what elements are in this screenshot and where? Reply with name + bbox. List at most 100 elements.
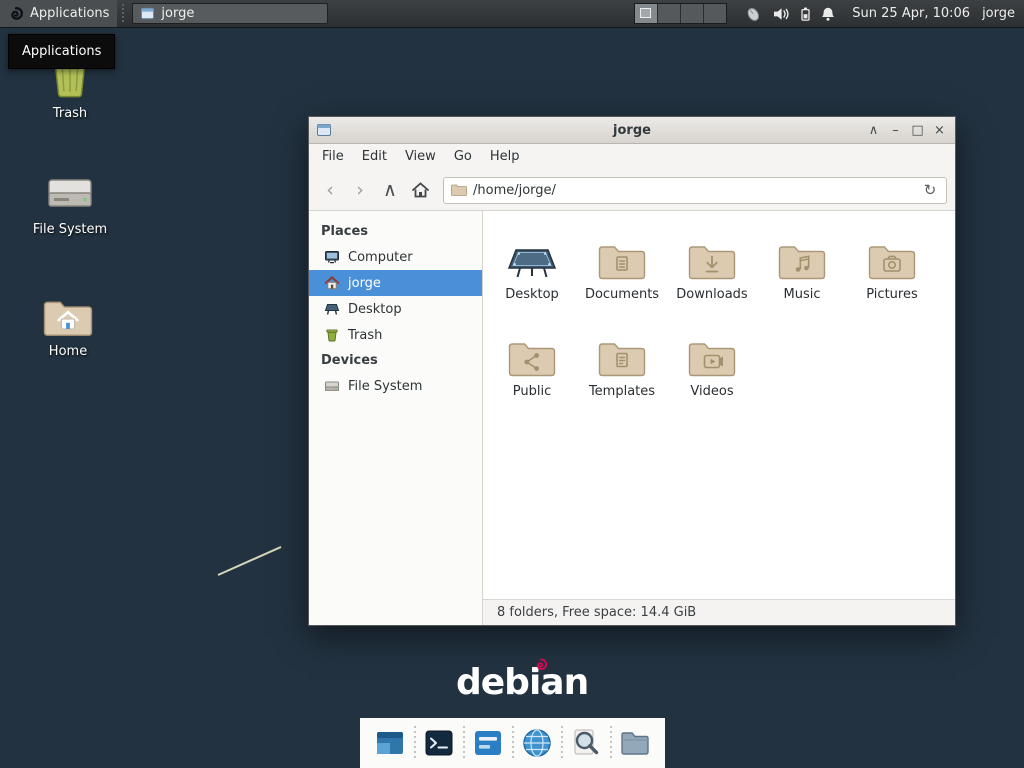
debian-logo: debian bbox=[456, 662, 588, 703]
sidebar-item-jorge[interactable]: jorge bbox=[309, 270, 482, 296]
file-icon-pictures[interactable]: Pictures bbox=[847, 225, 937, 322]
menu-view[interactable]: View bbox=[396, 144, 445, 170]
dock-terminal-button[interactable] bbox=[421, 724, 457, 762]
workspace-3[interactable] bbox=[681, 4, 704, 23]
file-label: Desktop bbox=[505, 288, 559, 302]
desktop-icon-label: Home bbox=[49, 345, 87, 359]
path-input[interactable] bbox=[473, 183, 915, 198]
windows-icon bbox=[373, 726, 407, 760]
home-folder-icon bbox=[43, 298, 93, 338]
up-button[interactable]: ∧ bbox=[377, 177, 403, 203]
magnifier-icon bbox=[569, 726, 603, 760]
home-icon bbox=[324, 275, 340, 291]
file-icon-desktop[interactable]: Desktop bbox=[487, 225, 577, 322]
file-view[interactable]: Desktop Documents bbox=[483, 211, 955, 599]
menu-file[interactable]: File bbox=[313, 144, 353, 170]
dock-appfinder-button[interactable] bbox=[568, 724, 604, 762]
taskbar-button-jorge[interactable]: jorge bbox=[132, 3, 328, 24]
panel-username: jorge bbox=[980, 6, 1024, 21]
dock-browser-button[interactable] bbox=[519, 724, 555, 762]
terminal-icon bbox=[422, 726, 456, 760]
dock-filemanager-button[interactable] bbox=[617, 724, 653, 762]
applications-menu-icon bbox=[8, 6, 24, 22]
downloads-folder-icon bbox=[688, 243, 736, 281]
drafting-table-icon bbox=[506, 241, 558, 281]
trash-icon bbox=[324, 327, 340, 343]
close-button[interactable]: × bbox=[930, 121, 949, 140]
reload-button[interactable]: ↻ bbox=[921, 181, 939, 199]
file-icon-public[interactable]: Public bbox=[487, 322, 577, 419]
workspace-2[interactable] bbox=[658, 4, 681, 23]
sidebar-item-label: Computer bbox=[348, 250, 413, 265]
volume-tray-icon[interactable] bbox=[772, 6, 791, 22]
templates-folder-icon bbox=[598, 340, 646, 378]
file-icon-templates[interactable]: Templates bbox=[577, 322, 667, 419]
status-bar: 8 folders, Free space: 14.4 GiB bbox=[483, 599, 955, 625]
file-pane: Desktop Documents bbox=[483, 211, 955, 625]
shade-icon: ∧ bbox=[869, 123, 879, 138]
applications-tooltip: Applications bbox=[8, 34, 115, 69]
window-icon bbox=[316, 122, 332, 138]
sidebar-item-file-system[interactable]: File System bbox=[309, 373, 482, 399]
path-folder-icon bbox=[451, 183, 467, 197]
file-icon-music[interactable]: Music bbox=[757, 225, 847, 322]
taskbar-button-label: jorge bbox=[161, 6, 194, 21]
folder-icon bbox=[618, 726, 652, 760]
up-icon: ∧ bbox=[383, 179, 397, 201]
hard-drive-icon bbox=[44, 172, 96, 216]
mouse-tray-icon[interactable] bbox=[743, 5, 763, 22]
sidebar-item-computer[interactable]: Computer bbox=[309, 244, 482, 270]
dock-panel-button[interactable] bbox=[470, 724, 506, 762]
desktop-icon-filesystem[interactable]: File System bbox=[22, 172, 118, 237]
window-titlebar[interactable]: jorge ∧ – □ × bbox=[309, 117, 955, 144]
pictures-folder-icon bbox=[868, 243, 916, 281]
file-label: Videos bbox=[690, 385, 733, 399]
menu-edit[interactable]: Edit bbox=[353, 144, 396, 170]
forward-icon: › bbox=[356, 179, 364, 201]
notifications-bell-icon[interactable] bbox=[820, 6, 836, 22]
maximize-icon: □ bbox=[911, 123, 923, 138]
sidebar-item-desktop[interactable]: Desktop bbox=[309, 296, 482, 322]
sidebar-item-label: Desktop bbox=[348, 302, 402, 317]
file-label: Music bbox=[784, 288, 821, 302]
places-header: Places bbox=[309, 219, 482, 244]
workspace-switcher bbox=[634, 3, 727, 24]
dock-separator bbox=[461, 726, 466, 760]
documents-folder-icon bbox=[598, 243, 646, 281]
file-icon-documents[interactable]: Documents bbox=[577, 225, 667, 322]
globe-icon bbox=[520, 726, 554, 760]
sidebar: Places Computer jorge bbox=[309, 211, 483, 625]
dock bbox=[360, 718, 665, 768]
toolbar: ‹ › ∧ ↻ bbox=[309, 170, 955, 211]
shade-button[interactable]: ∧ bbox=[864, 121, 883, 140]
forward-button[interactable]: › bbox=[347, 177, 373, 203]
menu-help[interactable]: Help bbox=[481, 144, 529, 170]
clock[interactable]: Sun 25 Apr, 10:06 bbox=[842, 6, 980, 21]
workspace-1[interactable] bbox=[635, 4, 658, 23]
dock-separator bbox=[608, 726, 613, 760]
maximize-button[interactable]: □ bbox=[908, 121, 927, 140]
file-icon-videos[interactable]: Videos bbox=[667, 322, 757, 419]
blue-panel-icon bbox=[471, 726, 505, 760]
battery-tray-icon[interactable] bbox=[800, 6, 811, 22]
home-button[interactable] bbox=[407, 177, 433, 203]
file-icon-downloads[interactable]: Downloads bbox=[667, 225, 757, 322]
music-folder-icon bbox=[778, 243, 826, 281]
menu-go[interactable]: Go bbox=[445, 144, 481, 170]
dock-windows-button[interactable] bbox=[372, 724, 408, 762]
back-icon: ‹ bbox=[326, 179, 334, 201]
desktop-icon-label: File System bbox=[33, 223, 107, 237]
path-bar[interactable]: ↻ bbox=[443, 177, 947, 204]
workspace-4[interactable] bbox=[704, 4, 726, 23]
minimize-icon: – bbox=[892, 123, 899, 138]
taskbar-window-icon bbox=[140, 6, 155, 21]
minimize-button[interactable]: – bbox=[886, 121, 905, 140]
dock-separator bbox=[412, 726, 417, 760]
system-tray bbox=[743, 5, 836, 22]
applications-menu-button[interactable]: Applications bbox=[0, 0, 117, 27]
panel-handle[interactable] bbox=[119, 4, 126, 23]
desktop-icon-home[interactable]: Home bbox=[20, 298, 116, 359]
back-button[interactable]: ‹ bbox=[317, 177, 343, 203]
menu-bar: File Edit View Go Help bbox=[309, 144, 955, 170]
sidebar-item-trash[interactable]: Trash bbox=[309, 322, 482, 348]
